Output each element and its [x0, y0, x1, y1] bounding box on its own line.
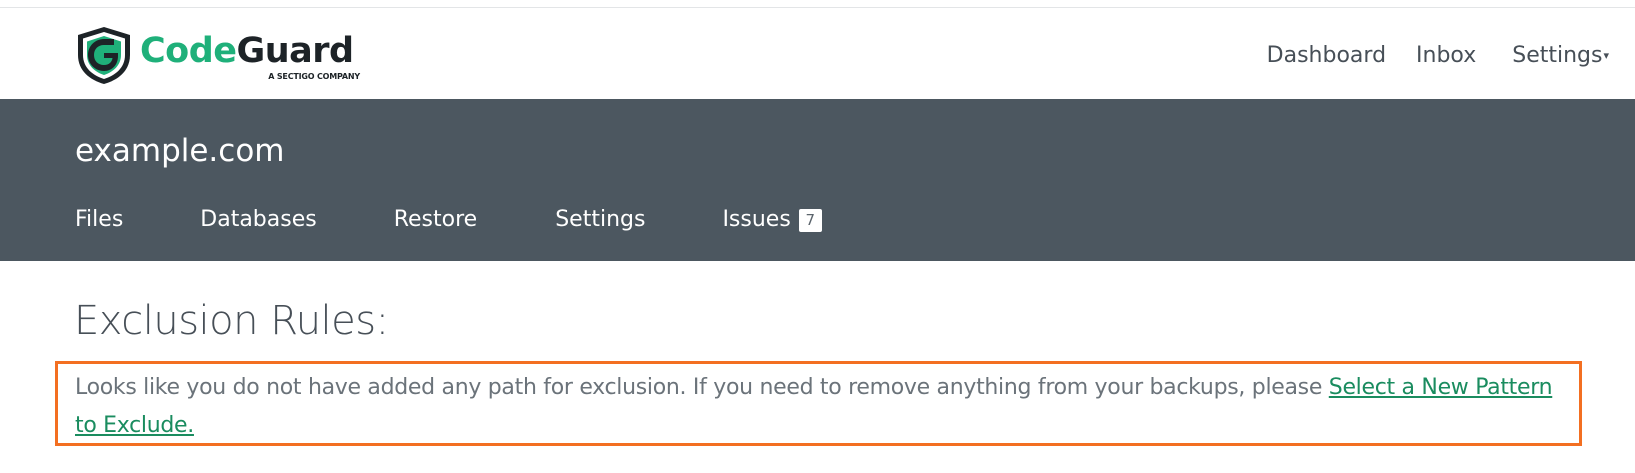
top-navigation: Dashboard Inbox Settings▾ [1237, 42, 1609, 70]
nav-inbox[interactable]: Inbox [1416, 42, 1476, 70]
app-header: CodeGuard A SECTIGO COMPANY Dashboard In… [0, 8, 1635, 99]
tab-issues-label: Issues [722, 207, 791, 232]
nav-dashboard[interactable]: Dashboard [1267, 42, 1386, 70]
tab-settings[interactable]: Settings [555, 206, 645, 234]
shield-logo-icon [78, 27, 130, 84]
site-title: example.com [75, 133, 285, 169]
site-bar: example.com Files Databases Restore Sett… [0, 99, 1635, 261]
notice-text: Looks like you do not have added any pat… [75, 375, 1329, 400]
brand-name: CodeGuard [140, 31, 354, 71]
empty-exclusions-notice: Looks like you do not have added any pat… [55, 361, 1582, 446]
tab-databases[interactable]: Databases [200, 206, 316, 234]
tab-files[interactable]: Files [75, 206, 123, 234]
chevron-down-icon: ▾ [1603, 49, 1609, 62]
codeguard-logo[interactable]: CodeGuard A SECTIGO COMPANY [74, 24, 364, 86]
nav-settings-label: Settings [1512, 43, 1603, 68]
notice-message: Looks like you do not have added any pat… [75, 369, 1565, 445]
top-divider [0, 0, 1635, 8]
site-tabs: Files Databases Restore Settings Issues 7 [75, 206, 822, 234]
issues-count-badge: 7 [798, 208, 822, 232]
tab-restore[interactable]: Restore [394, 206, 477, 234]
brand-tagline: A SECTIGO COMPANY [268, 72, 360, 81]
tab-issues[interactable]: Issues 7 [722, 206, 822, 234]
page-title: Exclusion Rules: [74, 298, 389, 344]
nav-settings-dropdown[interactable]: Settings▾ [1512, 42, 1609, 70]
